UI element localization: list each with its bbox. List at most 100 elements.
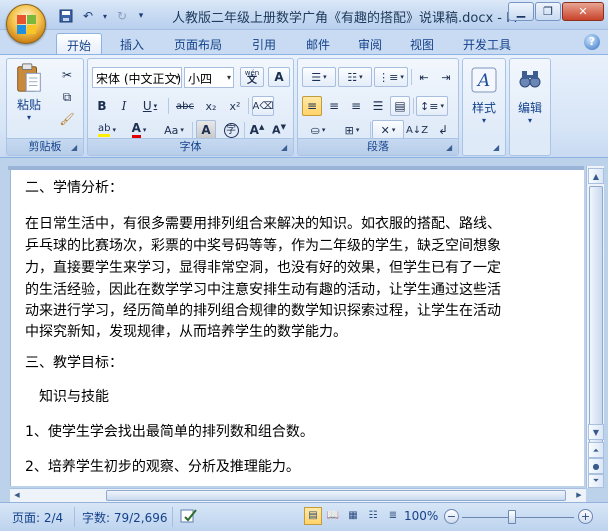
document-page[interactable]: 二、学情分析： 在日常生活中，有很多需要用排列组合来解决的知识。如衣服的搭配、路… xyxy=(10,170,584,486)
clear-formatting-button[interactable]: A⌫ xyxy=(252,96,274,116)
redo-icon[interactable]: ↻ xyxy=(112,7,132,25)
editing-button[interactable]: 编辑 ▾ xyxy=(513,63,547,129)
vertical-scroll-thumb[interactable] xyxy=(589,186,603,456)
shrink-font-button[interactable]: A▼ xyxy=(268,120,290,140)
zoom-out-icon[interactable]: − xyxy=(444,509,459,524)
font-launcher-icon[interactable]: ◢ xyxy=(281,143,290,152)
change-case-button[interactable]: Aa ▾ xyxy=(158,120,190,140)
align-left-button[interactable]: ≡ xyxy=(302,96,322,116)
justify-button[interactable]: ☰ xyxy=(368,96,388,116)
strikethrough-button[interactable]: abc xyxy=(172,96,198,116)
borders-button[interactable]: ⊞ ▾ xyxy=(336,120,368,140)
customize-qat-icon[interactable]: ▾ xyxy=(134,7,148,25)
doc-line: 1、使学生学会找出最简单的排列数和组合数。 xyxy=(25,424,314,440)
align-right-button[interactable]: ≡ xyxy=(346,96,366,116)
undo-icon[interactable]: ↶ xyxy=(78,7,98,25)
distributed-button[interactable]: ▤ xyxy=(390,96,410,116)
bold-icon: B xyxy=(97,99,107,113)
paragraph-launcher-icon[interactable]: ◢ xyxy=(446,143,455,152)
styles-button[interactable]: A 样式 ▾ xyxy=(466,63,502,129)
shading-button[interactable]: ⛀ ▾ xyxy=(302,120,334,140)
horizontal-scrollbar[interactable]: ◀ ▶ xyxy=(10,488,586,502)
word-count[interactable]: 字数: 79/2,696 xyxy=(82,509,168,526)
scroll-up-icon[interactable]: ▲ xyxy=(588,168,604,184)
font-name-value: 宋体 (中文正文) xyxy=(96,72,182,86)
vertical-scrollbar[interactable]: ▲ ▼ ⏶ ● ⏷ xyxy=(586,166,604,488)
bold-button[interactable]: B xyxy=(92,96,112,116)
superscript-button[interactable]: x² xyxy=(224,96,246,116)
save-icon[interactable] xyxy=(56,7,76,25)
tab-mailings[interactable]: 邮件 xyxy=(298,33,338,54)
chinese-layout-button[interactable]: ✕ ▾ xyxy=(372,120,404,140)
restore-button[interactable]: ❐ xyxy=(535,2,561,21)
styles-launcher-icon[interactable]: ◢ xyxy=(493,143,502,152)
multilevel-list-button[interactable]: ⋮≡ ▾ xyxy=(374,67,408,87)
show-marks-button[interactable]: ↲ xyxy=(432,120,454,140)
align-center-button[interactable]: ≡ xyxy=(324,96,344,116)
outline-view-icon[interactable]: ☷ xyxy=(364,507,382,525)
subscript-button[interactable]: x₂ xyxy=(200,96,222,116)
enclose-char-icon: 字 xyxy=(223,122,239,138)
sort-az-icon: A↓Z xyxy=(405,124,429,136)
tab-home[interactable]: 开始 xyxy=(56,33,102,54)
minimize-button[interactable]: ▁ xyxy=(508,2,534,21)
proofing-icon[interactable] xyxy=(180,507,198,528)
copy-button[interactable]: ⧉ xyxy=(57,87,77,107)
highlight-button[interactable]: ab ▾ xyxy=(92,120,122,140)
next-page-icon[interactable]: ⏷ xyxy=(588,474,604,488)
increase-indent-button[interactable]: ⇥ xyxy=(436,67,456,87)
tab-developer[interactable]: 开发工具 xyxy=(456,33,518,54)
font-size-combo[interactable]: 小四 ▾ xyxy=(184,67,234,88)
font-name-combo[interactable]: 宋体 (中文正文) ▾ xyxy=(92,67,182,88)
paste-button[interactable]: 粘贴 ▾ xyxy=(11,62,47,122)
scissors-icon: ✂ xyxy=(61,68,73,82)
document-area: 二、学情分析： 在日常生活中，有很多需要用排列组合来解决的知识。如衣服的搭配、路… xyxy=(0,158,608,502)
tab-review[interactable]: 审阅 xyxy=(350,33,390,54)
chevron-down-icon: ▾ xyxy=(481,116,486,125)
scroll-down-icon[interactable]: ▼ xyxy=(588,424,604,440)
tab-view[interactable]: 视图 xyxy=(402,33,442,54)
close-button[interactable]: ✕ xyxy=(562,2,604,21)
undo-dropdown-icon[interactable]: ▾ xyxy=(100,7,110,25)
clipboard-launcher-icon[interactable]: ◢ xyxy=(71,143,80,152)
tab-page-layout[interactable]: 页面布局 xyxy=(166,33,230,54)
decrease-indent-button[interactable]: ⇤ xyxy=(414,67,434,87)
quick-access-toolbar: ↶ ▾ ↻ ▾ xyxy=(56,6,148,26)
character-shading-button[interactable]: A xyxy=(196,120,216,140)
tab-references[interactable]: 引用 xyxy=(244,33,284,54)
draft-view-icon[interactable]: ≣ xyxy=(384,507,402,525)
font-color-button[interactable]: A ▾ xyxy=(124,120,154,140)
zoom-slider-thumb[interactable] xyxy=(508,510,516,524)
zoom-in-icon[interactable]: + xyxy=(578,509,593,524)
underline-button[interactable]: U ▾ xyxy=(136,96,164,116)
format-painter-button[interactable]: 🖌 xyxy=(57,109,77,129)
page-count[interactable]: 页面: 2/4 xyxy=(12,509,63,526)
bullets-button[interactable]: ☰ ▾ xyxy=(302,67,336,87)
previous-page-icon[interactable]: ⏶ xyxy=(588,442,604,458)
font-size-value: 小四 xyxy=(188,72,213,86)
tab-insert[interactable]: 插入 xyxy=(112,33,152,54)
scroll-right-icon[interactable]: ▶ xyxy=(572,489,586,502)
phonetic-guide-button[interactable]: wén 文 xyxy=(240,67,264,87)
line-spacing-button[interactable]: ↕≡ ▾ xyxy=(416,96,448,116)
grow-font-button[interactable]: A▲ xyxy=(246,120,268,140)
numbering-button[interactable]: ☷ ▾ xyxy=(338,67,372,87)
distributed-icon: ▤ xyxy=(394,99,406,113)
help-icon[interactable]: ? xyxy=(584,34,600,50)
office-button[interactable] xyxy=(6,4,46,44)
cut-button[interactable]: ✂ xyxy=(57,65,77,85)
character-border-button[interactable]: A xyxy=(268,67,290,87)
enclose-characters-button[interactable]: 字 xyxy=(220,120,242,140)
sort-button[interactable]: A↓Z xyxy=(406,120,428,140)
italic-button[interactable]: I xyxy=(114,96,134,116)
binoculars-icon xyxy=(519,71,541,88)
zoom-level[interactable]: 100% xyxy=(404,509,438,523)
scroll-left-icon[interactable]: ◀ xyxy=(10,489,24,502)
horizontal-scroll-thumb[interactable] xyxy=(106,490,566,501)
zoom-slider-track[interactable] xyxy=(462,517,574,518)
brush-icon: 🖌 xyxy=(59,112,75,126)
print-layout-view-icon[interactable]: ▤ xyxy=(304,507,322,525)
select-browse-object-icon[interactable]: ● xyxy=(588,458,604,474)
web-layout-view-icon[interactable]: ▦ xyxy=(344,507,362,525)
full-screen-reading-view-icon[interactable]: 📖 xyxy=(324,507,342,525)
